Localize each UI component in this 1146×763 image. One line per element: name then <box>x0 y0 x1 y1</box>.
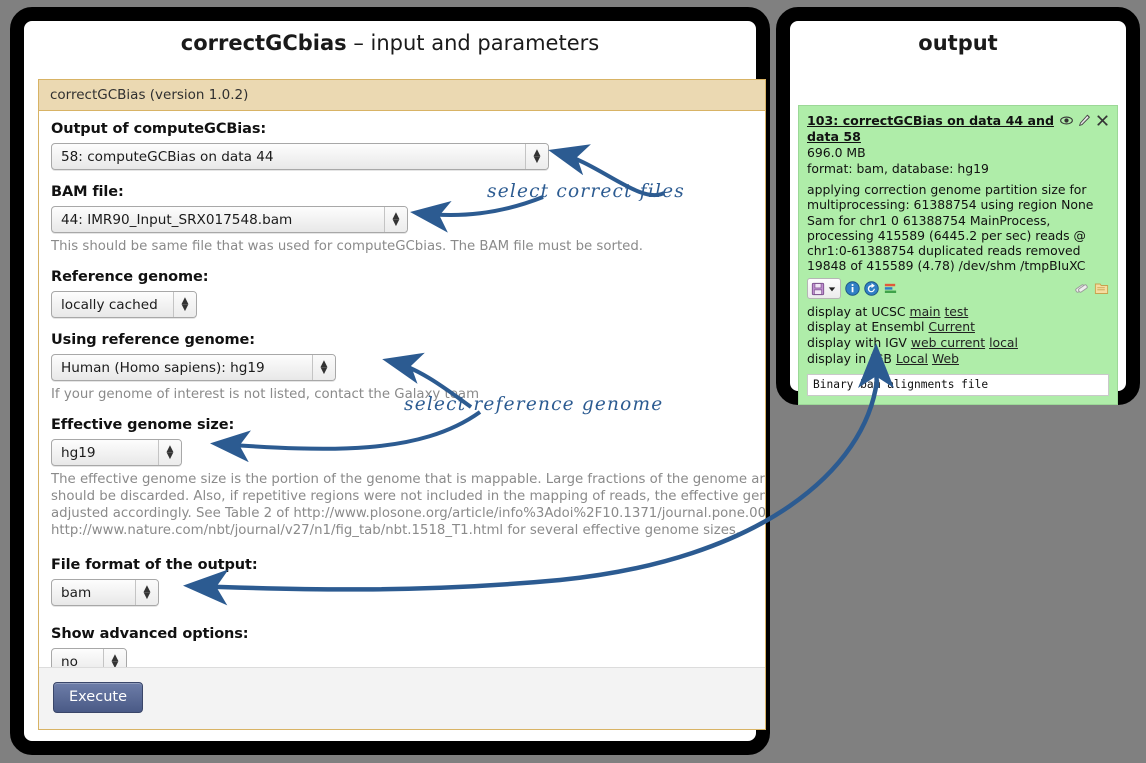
field-label-using-reference-genome: Using reference genome: <box>51 332 255 348</box>
info-icon[interactable] <box>845 281 860 296</box>
help-effective-genome-size: The effective genome size is the portion… <box>51 472 765 538</box>
history-dataset-item: 103: correctGCBias on data 44 and data 5… <box>798 105 1118 405</box>
field-label-output-of-computegcbias: Output of computeGCBias: <box>51 121 267 137</box>
link-igb-web[interactable]: Web <box>932 351 959 366</box>
help-bam-file: This should be same file that was used f… <box>51 239 644 254</box>
execute-button[interactable]: Execute <box>53 682 143 713</box>
tool-form-header: correctGCBias (version 1.0.2) <box>39 80 765 111</box>
display-line-igb-prefix: display in IGB <box>807 350 896 366</box>
save-button-group[interactable] <box>807 278 841 300</box>
select-bam-file-value: 44: IMR90_Input_SRX017548.bam <box>61 211 293 228</box>
save-dropdown-caret-icon[interactable] <box>828 285 836 293</box>
select-reference-genome-value: locally cached <box>61 296 158 313</box>
display-line-ensembl: display at Ensembl Current <box>807 319 1109 335</box>
right-panel-title: output <box>790 31 1126 55</box>
select-effective-genome-size[interactable]: hg19 ▲ ▼ <box>51 439 182 466</box>
left-panel-title-rest: – input and parameters <box>346 31 600 55</box>
display-line-igv: display with IGV web current local <box>807 335 1109 351</box>
dataset-info-blurb: applying correction genome partition siz… <box>807 182 1094 274</box>
field-label-reference-genome: Reference genome: <box>51 269 209 285</box>
left-panel-title: correctGCbias – input and parameters <box>24 31 756 55</box>
link-igv-local[interactable]: local <box>989 335 1018 350</box>
link-ucsc-main[interactable]: main <box>910 304 941 319</box>
link-ensembl-current[interactable]: Current <box>928 319 975 334</box>
rerun-icon[interactable] <box>864 281 879 296</box>
select-output-of-computegcbias[interactable]: 58: computeGCBias on data 44 ▲ ▼ <box>51 143 549 170</box>
chevron-updown-icon: ▲ ▼ <box>158 440 181 465</box>
select-using-reference-genome[interactable]: Human (Homo sapiens): hg19 ▲ ▼ <box>51 354 336 381</box>
field-effective-genome-size: Effective genome size: hg19 ▲ ▼ The effec… <box>51 417 765 539</box>
dataset-title-icons <box>1060 113 1109 127</box>
display-line-igb: display in IGB Local Web <box>807 351 1109 367</box>
dataset-peek: Binary bam alignments file <box>807 374 1109 396</box>
annotation-select-reference-genome: select reference genome <box>404 394 664 415</box>
display-line-igv-prefix: display with IGV <box>807 334 911 350</box>
screenshot-stage: correctGCbias – input and parameters cor… <box>0 0 1146 763</box>
field-using-reference-genome: Using reference genome: Human (Homo sapi… <box>51 332 753 403</box>
dataset-title-row: 103: correctGCBias on data 44 and data 5… <box>807 113 1109 145</box>
field-output-of-computegcbias: Output of computeGCBias: 58: computeGCBi… <box>51 121 753 170</box>
annotation-select-correct-files: select correct files <box>487 181 685 202</box>
field-reference-genome: Reference genome: locally cached ▲ ▼ <box>51 269 753 318</box>
select-file-format-output[interactable]: bam ▲ ▼ <box>51 579 159 606</box>
dataset-action-icon-bar <box>807 278 1109 300</box>
chevron-updown-icon: ▲ ▼ <box>312 355 335 380</box>
right-panel-title-text: output <box>918 31 998 55</box>
dataset-title-link[interactable]: 103: correctGCBias on data 44 and data 5… <box>807 113 1060 145</box>
visualize-icon[interactable] <box>883 281 898 296</box>
left-panel-title-bold: correctGCbias <box>180 31 347 55</box>
chevron-updown-icon: ▲ ▼ <box>525 144 548 169</box>
link-igv-web-current[interactable]: web current <box>911 335 985 350</box>
select-file-format-output-value: bam <box>61 584 92 601</box>
dataset-right-icons <box>1074 281 1109 296</box>
link-ucsc-test[interactable]: test <box>944 304 968 319</box>
save-floppy-icon[interactable] <box>811 282 825 296</box>
field-label-show-advanced-options: Show advanced options: <box>51 626 249 642</box>
link-igb-local[interactable]: Local <box>896 351 928 366</box>
dataset-display-links: display at UCSC main test display at Ens… <box>807 304 1109 366</box>
dataset-format: format: bam, database: hg19 <box>807 160 989 176</box>
select-using-reference-genome-value: Human (Homo sapiens): hg19 <box>61 359 265 376</box>
field-label-file-format-output: File format of the output: <box>51 557 258 573</box>
select-effective-genome-size-value: hg19 <box>61 444 96 461</box>
select-bam-file[interactable]: 44: IMR90_Input_SRX017548.bam ▲ ▼ <box>51 206 408 233</box>
chevron-updown-icon: ▲ ▼ <box>135 580 158 605</box>
input-parameters-panel: correctGCbias – input and parameters cor… <box>10 7 770 755</box>
tags-icon[interactable] <box>1074 281 1089 296</box>
annotation-icon[interactable] <box>1094 281 1109 296</box>
dataset-size: 696.0 MB <box>807 145 866 160</box>
display-line-ensembl-prefix: display at Ensembl <box>807 319 929 335</box>
tool-form-footer: Execute <box>39 667 765 729</box>
delete-x-icon[interactable] <box>1096 114 1109 127</box>
eye-icon[interactable] <box>1060 114 1073 127</box>
chevron-updown-icon: ▲ ▼ <box>173 292 196 317</box>
field-label-effective-genome-size: Effective genome size: <box>51 417 235 433</box>
display-line-ucsc: display at UCSC main test <box>807 304 1109 320</box>
output-panel: output 103: correctGCBias on data 44 and… <box>776 7 1140 405</box>
select-reference-genome[interactable]: locally cached ▲ ▼ <box>51 291 197 318</box>
select-output-of-computegcbias-value: 58: computeGCBias on data 44 <box>61 148 274 165</box>
field-file-format-output: File format of the output: bam ▲ ▼ <box>51 557 753 606</box>
pencil-icon[interactable] <box>1078 114 1091 127</box>
chevron-updown-icon: ▲ ▼ <box>384 207 407 232</box>
display-line-ucsc-prefix: display at UCSC <box>807 303 910 319</box>
